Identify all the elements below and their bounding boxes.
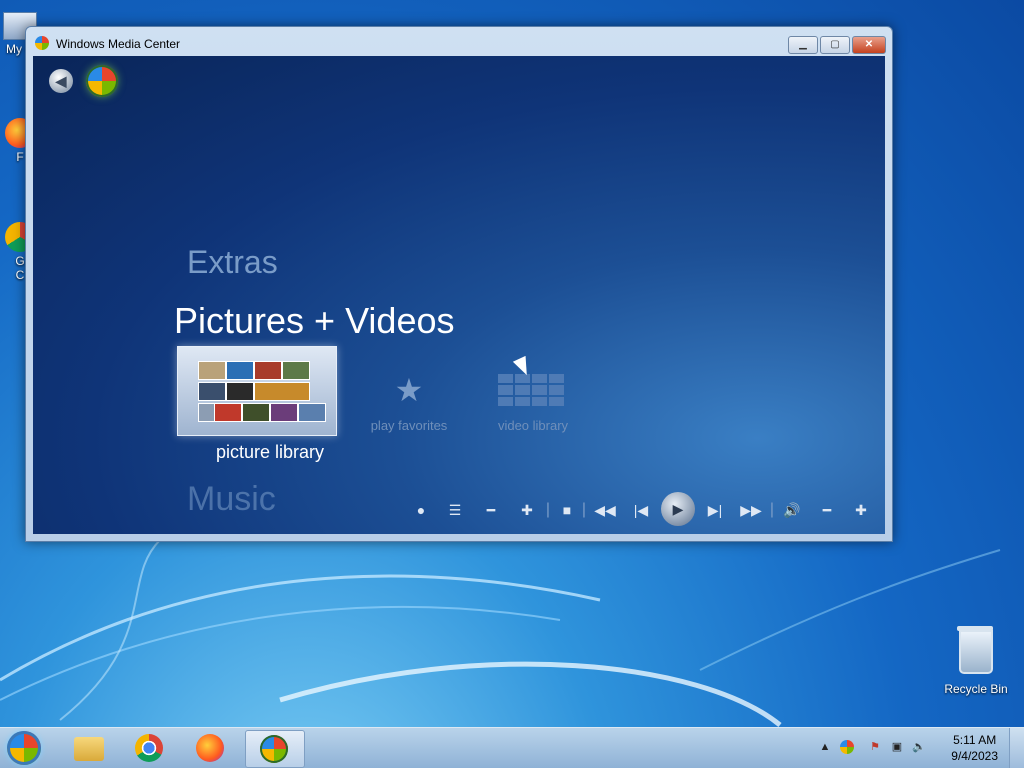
taskbar: ▲ ⚑ ▣ 🔈 5:11 AM 9/4/2023	[0, 727, 1024, 768]
desktop-icon-recycle-bin[interactable]: Recycle Bin	[940, 626, 1012, 696]
menu-item-extras[interactable]: Extras	[187, 244, 278, 281]
grid-icon	[498, 374, 513, 384]
start-button[interactable]	[7, 731, 41, 765]
record-button[interactable]: ●	[409, 492, 433, 528]
close-button[interactable]: ✕	[852, 36, 886, 54]
photo-thumbnail	[282, 361, 310, 380]
star-icon: ★	[394, 372, 424, 408]
channel-up-button[interactable]: ✚	[515, 492, 539, 528]
media-center-start-button[interactable]	[86, 65, 118, 97]
separator: |	[581, 501, 587, 518]
back-button[interactable]: ◀	[49, 69, 73, 93]
window-title: Windows Media Center	[56, 37, 181, 51]
channel-down-button[interactable]: ━	[479, 492, 503, 528]
tile-play-favorites[interactable]: ★	[369, 371, 449, 409]
volume-muted-icon[interactable]: 🔈	[912, 740, 926, 754]
play-button[interactable]: ▶	[661, 492, 695, 526]
show-hidden-icons-button[interactable]: ▲	[818, 740, 832, 754]
media-center-icon	[35, 36, 49, 50]
taskbar-explorer[interactable]	[60, 730, 118, 766]
previous-button[interactable]: |◀	[629, 492, 653, 528]
show-desktop-button[interactable]	[1009, 728, 1024, 768]
tile-video-library-label: video library	[497, 418, 569, 433]
maximize-button[interactable]: ▢	[820, 36, 850, 54]
menu-item-pictures-videos[interactable]: Pictures + Videos	[174, 300, 455, 342]
network-icon[interactable]: ▣	[890, 740, 904, 754]
photo-thumbnail	[242, 403, 270, 422]
arrow-left-icon: ◀	[55, 73, 67, 89]
firefox-icon	[196, 734, 224, 762]
mute-button[interactable]: 🔊	[779, 492, 805, 528]
photo-thumbnail	[214, 403, 242, 422]
minimize-button[interactable]: ▁	[788, 36, 818, 54]
wallpaper-swoosh	[0, 539, 1001, 727]
taskbar-chrome[interactable]	[121, 730, 179, 766]
volume-up-button[interactable]: ✚	[849, 492, 873, 528]
taskbar-firefox[interactable]	[182, 730, 240, 766]
clock-time: 5:11 AM	[953, 733, 997, 747]
tile-picture-library-label: picture library	[215, 442, 325, 462]
taskbar-media-center[interactable]	[245, 730, 305, 768]
stop-button[interactable]: ■	[555, 492, 579, 528]
menu-item-music[interactable]: Music	[187, 480, 276, 518]
volume-down-button[interactable]: ━	[815, 492, 839, 528]
photo-thumbnail	[198, 361, 226, 380]
recycle-bin-icon	[957, 626, 993, 674]
clock-date: 9/4/2023	[951, 749, 998, 763]
media-center-icon	[260, 735, 288, 763]
photo-thumbnail	[270, 403, 298, 422]
photo-thumbnail	[226, 361, 254, 380]
tile-video-library[interactable]	[498, 374, 564, 406]
media-center-tray-icon[interactable]	[840, 740, 854, 754]
tile-play-favorites-label: play favorites	[370, 418, 448, 433]
separator: |	[769, 501, 775, 518]
window-titlebar[interactable]: Windows Media Center ▁ ▢ ✕	[26, 27, 892, 57]
fast-forward-button[interactable]: ▶▶	[737, 492, 765, 528]
action-center-flag-icon[interactable]: ⚑	[868, 740, 882, 754]
tile-picture-library[interactable]	[177, 346, 337, 436]
media-center-window[interactable]: Windows Media Center ▁ ▢ ✕ ◀ Extras Pict…	[25, 26, 893, 542]
photo-thumbnail	[254, 382, 310, 401]
photo-thumbnail	[226, 382, 254, 401]
photo-thumbnail	[298, 403, 326, 422]
guide-button[interactable]: ☰	[443, 492, 467, 528]
rewind-button[interactable]: ◀◀	[591, 492, 619, 528]
chrome-icon	[135, 734, 163, 762]
photo-thumbnail	[254, 361, 282, 380]
windows-explorer-icon	[74, 737, 104, 761]
system-tray: ▲ ⚑ ▣ 🔈 5:11 AM 9/4/2023	[814, 728, 1024, 768]
photo-thumbnail	[198, 382, 226, 401]
transport-controls: ● ☰ ━ ✚ | ■ | ◀◀ |◀ ▶ ▶| ▶▶ | 🔊 ━ ✚	[409, 492, 885, 528]
media-center-content: ◀ Extras Pictures + Videos picture libra…	[33, 56, 885, 534]
taskbar-clock[interactable]: 5:11 AM 9/4/2023	[951, 732, 998, 764]
next-button[interactable]: ▶|	[703, 492, 727, 528]
recycle-bin-label: Recycle Bin	[944, 682, 1008, 696]
separator: |	[545, 501, 551, 518]
